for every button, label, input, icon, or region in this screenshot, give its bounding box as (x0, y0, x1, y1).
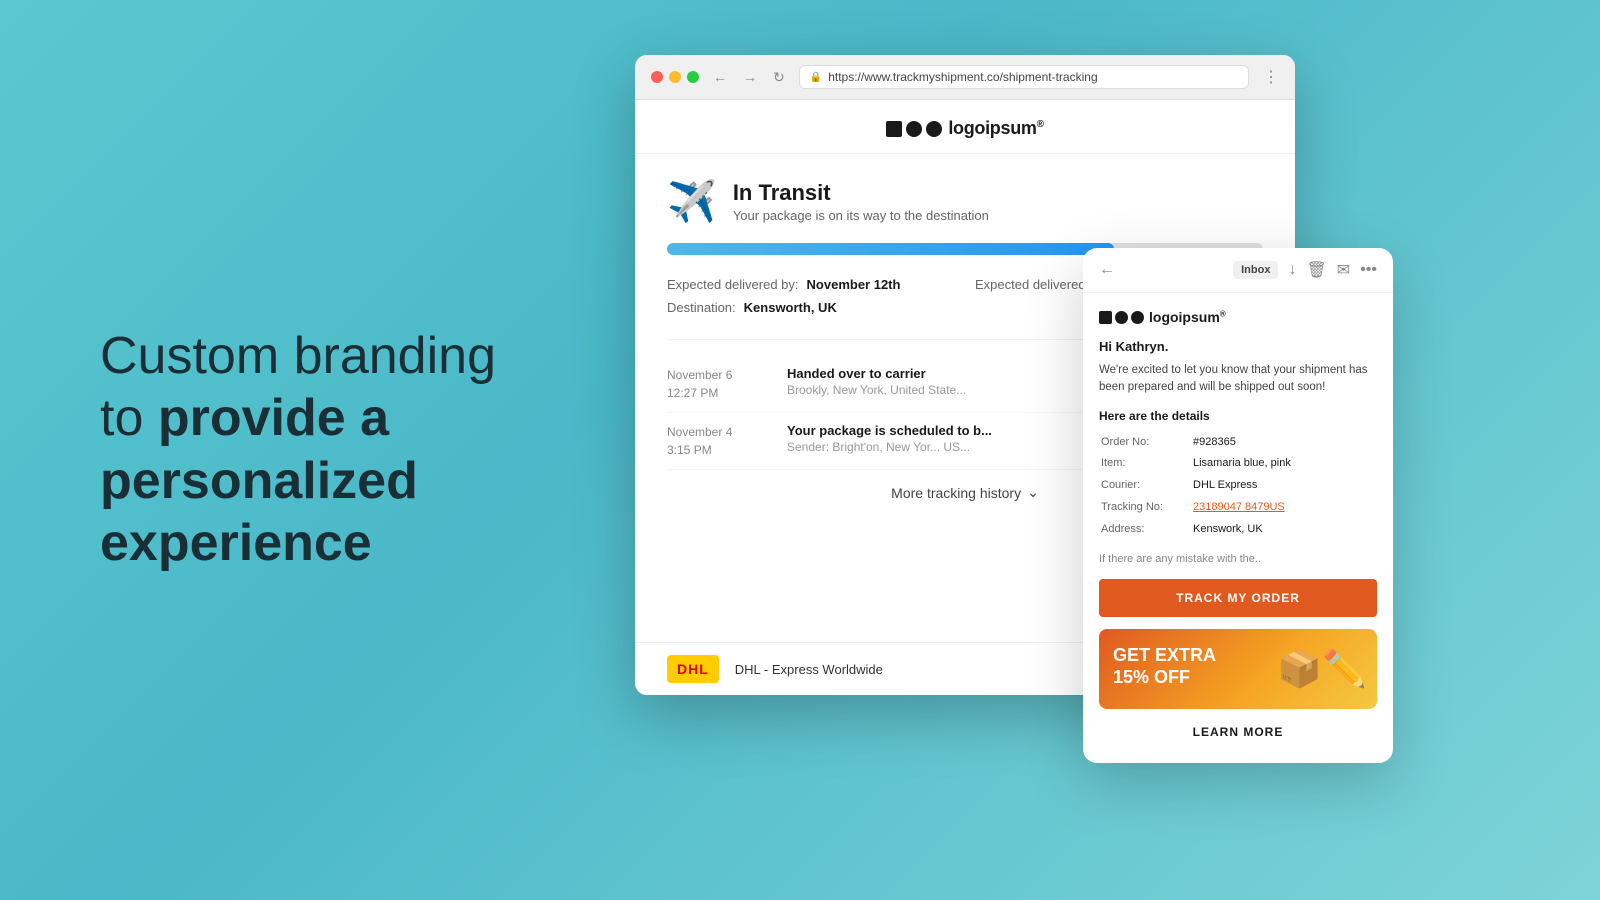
delivered-by-value: November 12th (807, 277, 901, 292)
delivered-by-label: Expected delivered by: (667, 277, 799, 292)
delivered-by-row: Expected delivered by: November 12th (667, 277, 955, 292)
history-event-title-1: Handed over to carrier (787, 366, 966, 381)
url-bar[interactable]: 🔒 https://www.trackmyshipment.co/shipmen… (799, 65, 1249, 89)
promo-decoration: 📦✏️ (1277, 648, 1367, 690)
item-label: Item: (1101, 454, 1191, 474)
email-body: logoipsum® Hi Kathryn. We're excited to … (1083, 293, 1393, 763)
url-text: https://www.trackmyshipment.co/shipment-… (828, 70, 1097, 84)
history-event-sub-1: Brookly, New York, United State... (787, 383, 966, 397)
item-row: Item: Lisamaria blue, pink (1101, 454, 1291, 474)
email-logo-square (1099, 311, 1112, 324)
browser-dot-green (687, 71, 699, 83)
history-time-1: 12:27 PM (667, 384, 767, 402)
email-detail-table: Order No: #928365 Item: Lisamaria blue, … (1099, 431, 1293, 542)
more-icon[interactable]: ••• (1360, 261, 1377, 279)
order-no-label: Order No: (1101, 433, 1191, 453)
email-message: We're excited to let you know that your … (1099, 362, 1377, 397)
browser-logo: logoipsum® (886, 118, 1043, 139)
delete-icon[interactable]: 🗑 (1306, 260, 1326, 280)
inbox-badge: Inbox (1233, 261, 1278, 279)
item-value: Lisamaria blue, pink (1193, 454, 1291, 474)
email-details-title: Here are the details (1099, 409, 1377, 423)
email-logo-circle1 (1115, 311, 1128, 324)
tracking-no-row: Tracking No: 23189047 8479US (1101, 498, 1291, 518)
headline-line1: Custom branding (100, 327, 496, 385)
tracking-link[interactable]: 23189047 8479US (1193, 501, 1285, 513)
history-event-1: Handed over to carrier Brookly, New York… (787, 366, 966, 402)
courier-label: Courier: (1101, 476, 1191, 496)
refresh-button[interactable]: ↻ (769, 67, 789, 88)
courier-row: Courier: DHL Express (1101, 476, 1291, 496)
forward-button[interactable]: → (739, 67, 761, 87)
browser-dot-red (651, 71, 663, 83)
headline-line2-prefix: to (100, 390, 158, 448)
in-transit-header: ✈️ In Transit Your package is on its way… (667, 178, 1263, 225)
browser-nav: ← → ↻ (709, 67, 789, 88)
browser-dot-yellow (669, 71, 681, 83)
download-icon[interactable]: ↓ (1288, 261, 1296, 279)
tracking-no-value: 23189047 8479US (1193, 498, 1291, 518)
lock-icon: 🔒 (810, 72, 822, 83)
plane-icon: ✈️ (667, 178, 717, 225)
dhl-badge: DHL (667, 655, 719, 683)
logo-shapes (886, 121, 942, 137)
chevron-down-icon: ⌄ (1027, 484, 1039, 501)
headline-bold-line4: experience (100, 514, 372, 572)
email-footer-text: If there are any mistake with the.. (1099, 553, 1377, 565)
in-transit-subtitle: Your package is on its way to the destin… (733, 208, 989, 223)
browser-dots (651, 71, 699, 83)
history-event-2: Your package is scheduled to b... Sender… (787, 423, 992, 459)
more-history-label: More tracking history (891, 485, 1021, 501)
back-button[interactable]: ← (709, 67, 731, 87)
browser-menu-icon[interactable]: ⋮ (1263, 67, 1279, 87)
destination-value: Kensworth, UK (744, 300, 837, 315)
order-no-row: Order No: #928365 (1101, 433, 1291, 453)
progress-bar-fill (667, 243, 1114, 255)
email-logo-shapes (1099, 311, 1144, 324)
history-date-day-1: November 6 (667, 366, 767, 384)
order-no-value: #928365 (1193, 433, 1291, 453)
history-event-title-2: Your package is scheduled to b... (787, 423, 992, 438)
headline-bold-line3: personalized (100, 452, 418, 510)
browser-logo-bar: logoipsum® (635, 100, 1295, 154)
history-time-2: 3:15 PM (667, 441, 767, 459)
history-date-2: November 4 3:15 PM (667, 423, 767, 459)
logo-circle1 (906, 121, 922, 137)
address-value: Kenswork, UK (1193, 520, 1291, 540)
left-text-section: Custom branding to provide a personalize… (100, 325, 496, 575)
history-date-day-2: November 4 (667, 423, 767, 441)
logo-square (886, 121, 902, 137)
address-row: Address: Kenswork, UK (1101, 520, 1291, 540)
learn-more-button[interactable]: LEARN MORE (1099, 721, 1377, 747)
email-greeting: Hi Kathryn. (1099, 339, 1377, 354)
logo-circle2 (926, 121, 942, 137)
email-toolbar: ← Inbox ↓ 🗑 ✉ ••• (1083, 248, 1393, 293)
browser-chrome: ← → ↻ 🔒 https://www.trackmyshipment.co/s… (635, 55, 1295, 100)
destination-row: Destination: Kensworth, UK (667, 300, 955, 315)
courier-value: DHL Express (1193, 476, 1291, 496)
email-back-button[interactable]: ← (1099, 261, 1115, 279)
promo-banner: GET EXTRA15% OFF 📦✏️ (1099, 629, 1377, 709)
destination-label: Destination: (667, 300, 736, 315)
mail-icon[interactable]: ✉ (1337, 260, 1350, 280)
email-card: ← Inbox ↓ 🗑 ✉ ••• logoipsum® Hi Kathryn.… (1083, 248, 1393, 763)
tracking-no-label: Tracking No: (1101, 498, 1191, 518)
email-logo-circle2 (1131, 311, 1144, 324)
email-logo: logoipsum® (1099, 309, 1377, 325)
in-transit-info: In Transit Your package is on its way to… (733, 180, 989, 223)
headline-bold-line2: provide a (158, 390, 389, 448)
email-logo-text: logoipsum® (1149, 309, 1226, 325)
logo-text: logoipsum® (948, 118, 1043, 139)
history-date-1: November 6 12:27 PM (667, 366, 767, 402)
track-order-button[interactable]: TRACK MY ORDER (1099, 579, 1377, 617)
carrier-name: DHL - Express Worldwide (735, 662, 883, 677)
address-label: Address: (1101, 520, 1191, 540)
history-event-sub-2: Sender: Bright'on, New Yor... US... (787, 440, 992, 454)
in-transit-title: In Transit (733, 180, 989, 206)
